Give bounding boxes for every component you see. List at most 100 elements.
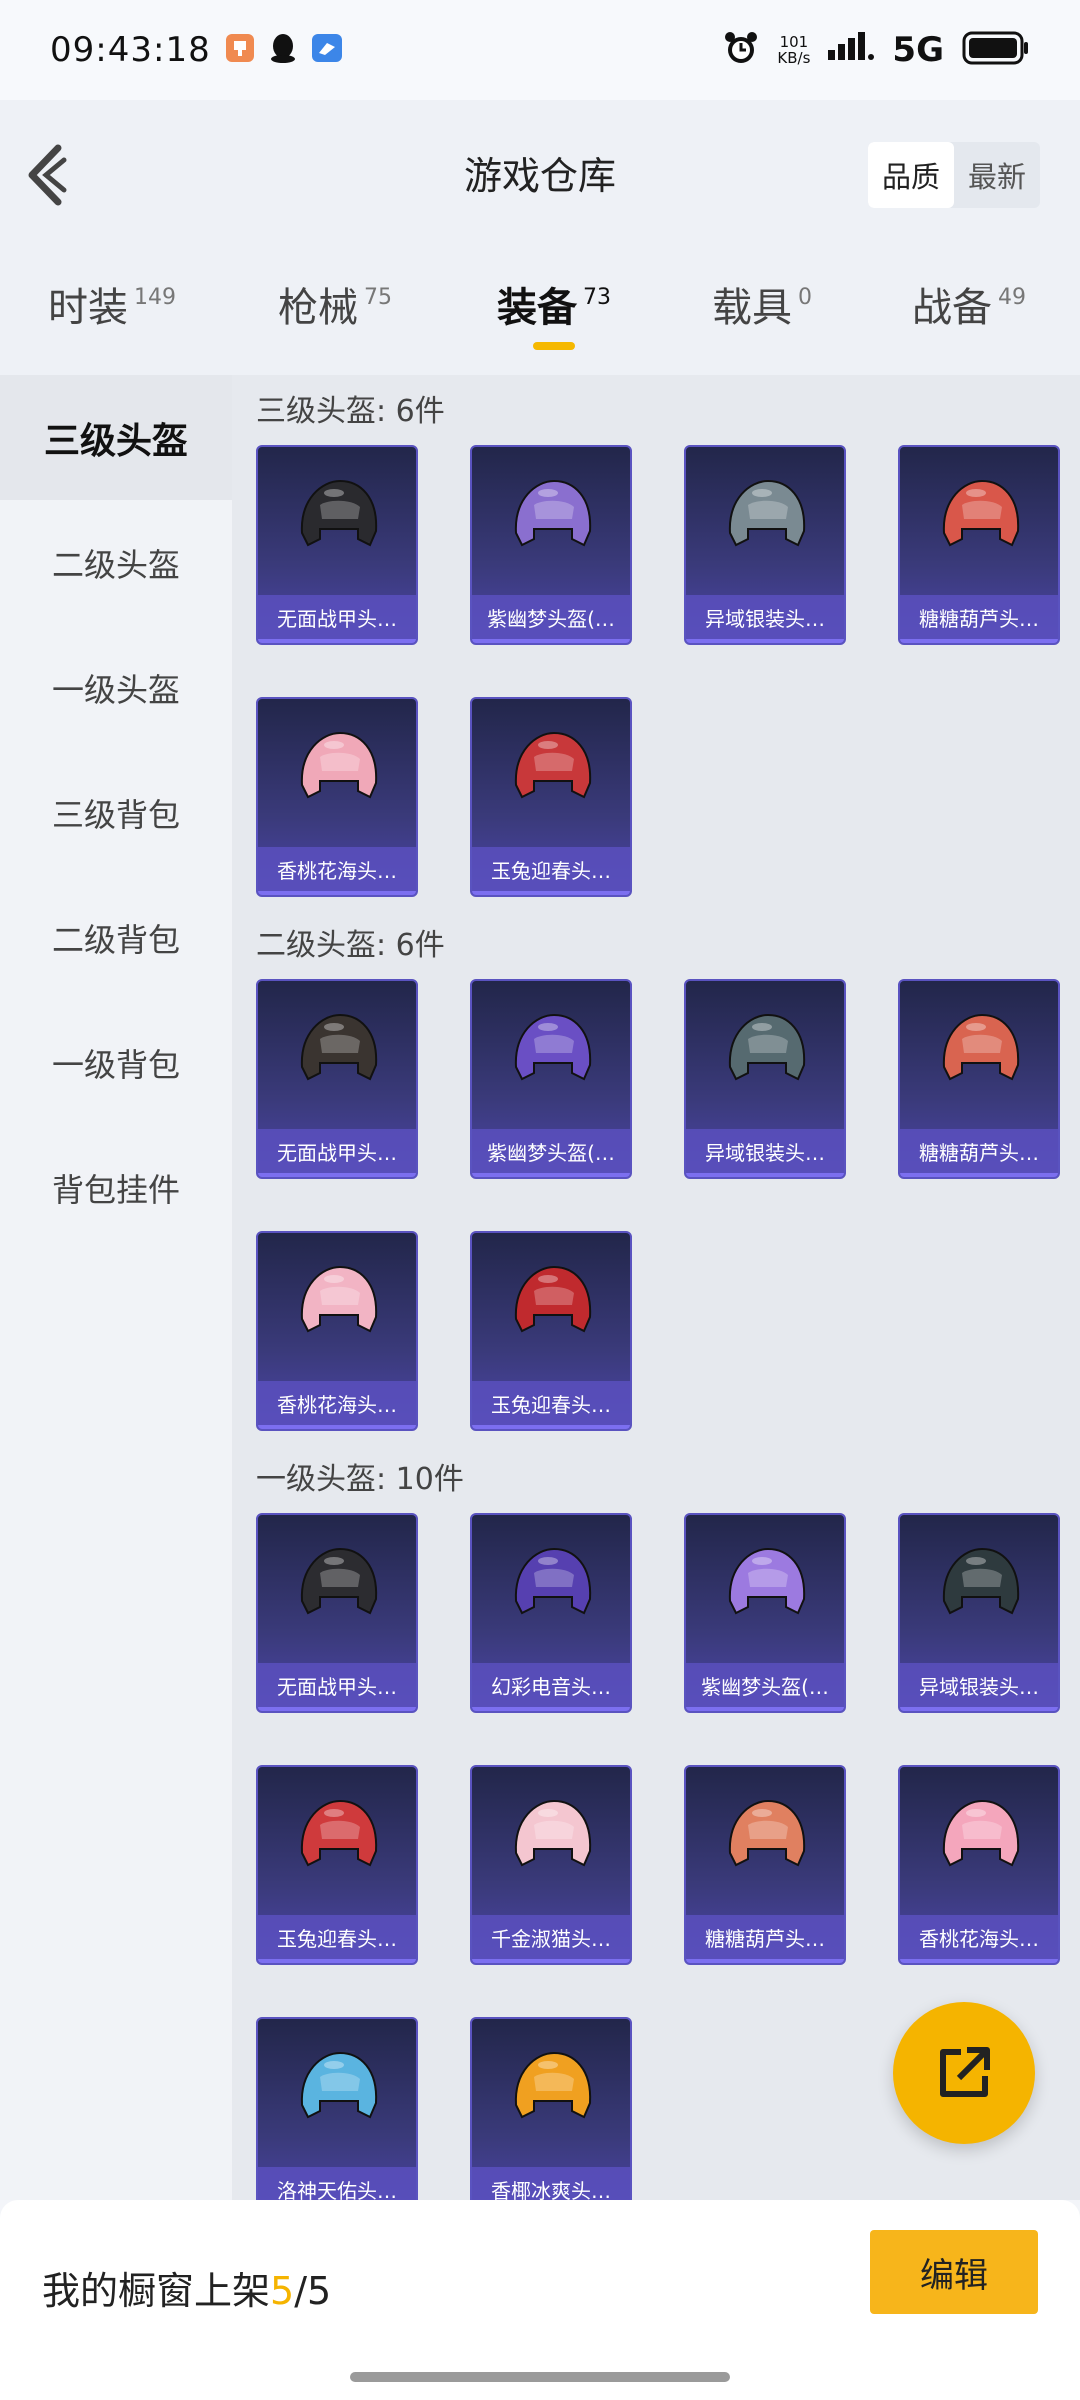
helmet-icon (514, 479, 592, 547)
item-name: 紫幽梦头盔(… (472, 1129, 630, 1173)
helmet-icon (942, 479, 1020, 547)
sidebar: 三级头盔 二级头盔 一级头盔 三级背包 二级背包 一级背包 背包挂件 (0, 375, 232, 2200)
item-name: 玉兔迎春头… (472, 1381, 630, 1425)
card-rarity-bar (472, 891, 630, 895)
card-rarity-bar (686, 639, 844, 643)
sort-quality-button[interactable]: 品质 (867, 142, 954, 208)
section-level3-helmet: 三级头盔: 6件 无面战甲头… 紫幽梦头盔(… 异域银装头… 糖糖葫芦头… 香桃花海头…… (256, 387, 1060, 897)
item-card[interactable]: 香桃花海头… (256, 697, 418, 897)
share-button[interactable] (893, 2002, 1035, 2144)
showcase-status: 我的橱窗上架5/5 (42, 2269, 332, 2313)
card-rarity-bar (900, 1707, 1058, 1711)
item-name: 洛神天佑头… (258, 2167, 416, 2200)
network-type: 5G (892, 30, 944, 70)
battery-icon (962, 31, 1030, 69)
card-rarity-bar (686, 1959, 844, 1963)
helmet-icon (300, 1013, 378, 1081)
item-card[interactable]: 玉兔迎春头… (470, 1231, 632, 1431)
item-card[interactable]: 香桃花海头… (256, 1231, 418, 1431)
helmet-icon (514, 2051, 592, 2119)
card-rarity-bar (258, 1425, 416, 1429)
item-card[interactable]: 糖糖葫芦头… (898, 445, 1060, 645)
item-card[interactable]: 无面战甲头… (256, 445, 418, 645)
home-indicator[interactable] (350, 2372, 730, 2382)
item-card[interactable]: 无面战甲头… (256, 1513, 418, 1713)
sort-toggle: 品质 最新 (867, 142, 1040, 208)
card-rarity-bar (472, 1173, 630, 1177)
item-name: 无面战甲头… (258, 595, 416, 639)
item-name: 香椰冰爽头… (472, 2167, 630, 2200)
sidebar-item-level3-helmet[interactable]: 三级头盔 (0, 375, 232, 500)
tab-vehicles[interactable]: 载具 0 (712, 275, 812, 333)
helmet-icon (942, 1013, 1020, 1081)
card-rarity-bar (472, 1425, 630, 1429)
helmet-icon (300, 1547, 378, 1615)
item-card[interactable]: 玉兔迎春头… (470, 697, 632, 897)
item-card[interactable]: 玉兔迎春头… (256, 1765, 418, 1965)
tab-fashion[interactable]: 时装 149 (48, 275, 176, 333)
category-tabs: 时装 149 枪械 75 装备 73 载具 0 战备 49 (0, 245, 1080, 375)
item-grid: 无面战甲头… 紫幽梦头盔(… 异域银装头… 糖糖葫芦头… 香桃花海头… 玉兔迎春头… (256, 979, 1060, 1431)
helmet-icon (300, 1265, 378, 1333)
item-name: 千金淑猫头… (472, 1915, 630, 1959)
alarm-icon (723, 30, 759, 70)
item-name: 糖糖葫芦头… (900, 1129, 1058, 1173)
item-card[interactable]: 异域银装头… (898, 1513, 1060, 1713)
tab-weapons[interactable]: 枪械 75 (278, 275, 392, 333)
item-card[interactable]: 紫幽梦头盔(… (470, 445, 632, 645)
share-external-icon (940, 2047, 990, 2097)
item-name: 玉兔迎春头… (258, 1915, 416, 1959)
helmet-icon (514, 731, 592, 799)
sidebar-item-backpack-charm[interactable]: 背包挂件 (0, 1125, 232, 1250)
card-rarity-bar (258, 639, 416, 643)
tab-supplies[interactable]: 战备 49 (912, 275, 1026, 333)
sidebar-item-level2-backpack[interactable]: 二级背包 (0, 875, 232, 1000)
card-rarity-bar (472, 1707, 630, 1711)
card-rarity-bar (900, 1173, 1058, 1177)
item-card[interactable]: 无面战甲头… (256, 979, 418, 1179)
helmet-icon (942, 1799, 1020, 1867)
helmet-icon (942, 1547, 1020, 1615)
helmet-icon (300, 731, 378, 799)
item-card[interactable]: 幻彩电音头… (470, 1513, 632, 1713)
bottom-bar: 我的橱窗上架5/5 编辑 (0, 2200, 1080, 2400)
sidebar-item-level2-helmet[interactable]: 二级头盔 (0, 500, 232, 625)
app-notification-icon (225, 33, 255, 67)
mail-notification-icon (311, 33, 343, 67)
item-name: 异域银装头… (900, 1663, 1058, 1707)
item-name: 紫幽梦头盔(… (686, 1663, 844, 1707)
item-card[interactable]: 千金淑猫头… (470, 1765, 632, 1965)
tab-equipment[interactable]: 装备 73 (497, 275, 611, 333)
item-name: 香桃花海头… (258, 847, 416, 891)
item-card[interactable]: 洛神天佑头… (256, 2017, 418, 2200)
sidebar-item-level3-backpack[interactable]: 三级背包 (0, 750, 232, 875)
item-name: 糖糖葫芦头… (686, 1915, 844, 1959)
sidebar-item-level1-helmet[interactable]: 一级头盔 (0, 625, 232, 750)
item-name: 香桃花海头… (900, 1915, 1058, 1959)
item-card[interactable]: 异域银装头… (684, 445, 846, 645)
active-tab-indicator (533, 342, 575, 350)
item-card[interactable]: 紫幽梦头盔(… (684, 1513, 846, 1713)
item-card[interactable]: 糖糖葫芦头… (684, 1765, 846, 1965)
item-name: 紫幽梦头盔(… (472, 595, 630, 639)
card-rarity-bar (258, 1707, 416, 1711)
item-name: 玉兔迎春头… (472, 847, 630, 891)
item-name: 糖糖葫芦头… (900, 595, 1058, 639)
sidebar-item-level1-backpack[interactable]: 一级背包 (0, 1000, 232, 1125)
card-rarity-bar (686, 1707, 844, 1711)
sort-newest-button[interactable]: 最新 (954, 142, 1040, 208)
status-bar: 09:43:18 101 KB/s 5G (0, 0, 1080, 100)
edit-button[interactable]: 编辑 (870, 2230, 1038, 2314)
signal-icon (828, 32, 875, 68)
header: 游戏仓库 品质 最新 (0, 100, 1080, 245)
item-grid: 无面战甲头… 紫幽梦头盔(… 异域银装头… 糖糖葫芦头… 香桃花海头… 玉兔迎春头… (256, 445, 1060, 897)
item-card[interactable]: 异域银装头… (684, 979, 846, 1179)
net-speed: 101 KB/s (777, 33, 811, 67)
item-grid-area[interactable]: 三级头盔: 6件 无面战甲头… 紫幽梦头盔(… 异域银装头… 糖糖葫芦头… 香桃花海头…… (232, 375, 1080, 2200)
item-card[interactable]: 糖糖葫芦头… (898, 979, 1060, 1179)
item-card[interactable]: 紫幽梦头盔(… (470, 979, 632, 1179)
card-rarity-bar (686, 1173, 844, 1177)
item-card[interactable]: 香桃花海头… (898, 1765, 1060, 1965)
card-rarity-bar (258, 1173, 416, 1177)
item-card[interactable]: 香椰冰爽头… (470, 2017, 632, 2200)
